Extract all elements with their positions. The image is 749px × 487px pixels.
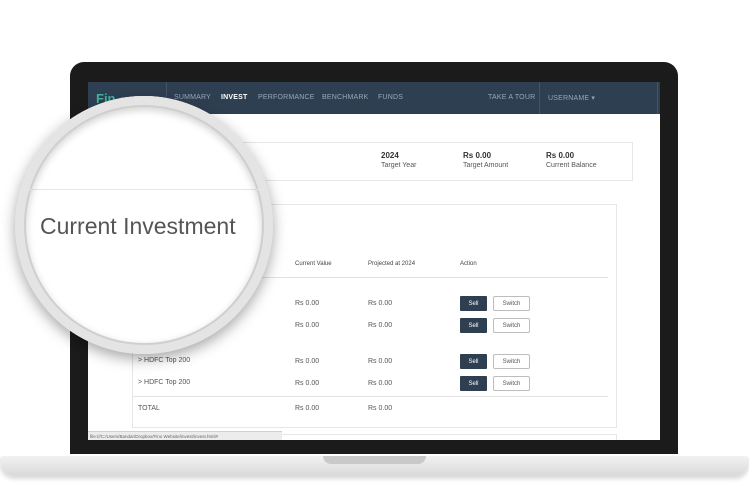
sell-button[interactable]: Sell <box>460 354 487 369</box>
fund-name[interactable]: > HDFC Top 200 <box>138 379 190 386</box>
nav-summary[interactable]: SUMMARY <box>174 94 211 101</box>
magnifier-lens: Current Investment <box>15 96 273 354</box>
fund-name[interactable]: > HDFC Top 200 <box>138 357 190 364</box>
sell-button[interactable]: Sell <box>460 318 487 333</box>
laptop-notch <box>323 456 426 464</box>
lens-rim <box>26 107 262 343</box>
nav-invest[interactable]: INVEST <box>221 94 247 101</box>
target-amount-value: Rs 0.00 <box>463 151 492 160</box>
projected-value-cell: Rs 0.00 <box>368 380 393 387</box>
current-balance-value: Rs 0.00 <box>546 151 575 160</box>
nav-benchmark[interactable]: BENCHMARK <box>322 94 369 101</box>
header-current-value: Current Value <box>295 261 332 267</box>
current-balance-label: Current Balance <box>546 162 597 169</box>
browser-status-bar: file:///C:/Users/Bandar/Dropbox/Fino Web… <box>88 431 282 440</box>
target-year-value: 2024 <box>381 151 399 160</box>
current-value-cell: Rs 0.00 <box>295 380 320 387</box>
switch-button[interactable]: Switch <box>493 318 530 333</box>
target-amount-label: Target Amount <box>463 162 509 169</box>
total-label: TOTAL <box>138 405 160 412</box>
header-projected: Projected at 2024 <box>368 261 416 267</box>
current-value-cell: Rs 0.00 <box>295 300 320 307</box>
switch-button[interactable]: Switch <box>493 354 530 369</box>
nav-divider <box>539 82 540 114</box>
total-projected-value: Rs 0.00 <box>368 405 393 412</box>
take-tour-link[interactable]: TAKE A TOUR <box>488 94 535 101</box>
sell-button[interactable]: Sell <box>460 376 487 391</box>
current-value-cell: Rs 0.00 <box>295 322 320 329</box>
sell-button[interactable]: Sell <box>460 296 487 311</box>
total-current-value: Rs 0.00 <box>295 405 320 412</box>
switch-button[interactable]: Switch <box>493 296 530 311</box>
target-year-label: Target Year <box>381 162 417 169</box>
projected-value-cell: Rs 0.00 <box>368 322 393 329</box>
total-divider <box>132 396 608 397</box>
nav-performance[interactable]: PERFORMANCE <box>258 94 315 101</box>
switch-button[interactable]: Switch <box>493 376 530 391</box>
user-menu[interactable]: USERNAME ▾ <box>548 94 595 102</box>
projected-value-cell: Rs 0.00 <box>368 300 393 307</box>
nav-divider <box>657 82 658 114</box>
header-action: Action <box>460 261 477 267</box>
current-value-cell: Rs 0.00 <box>295 358 320 365</box>
nav-funds[interactable]: FUNDS <box>378 94 403 101</box>
projected-value-cell: Rs 0.00 <box>368 358 393 365</box>
